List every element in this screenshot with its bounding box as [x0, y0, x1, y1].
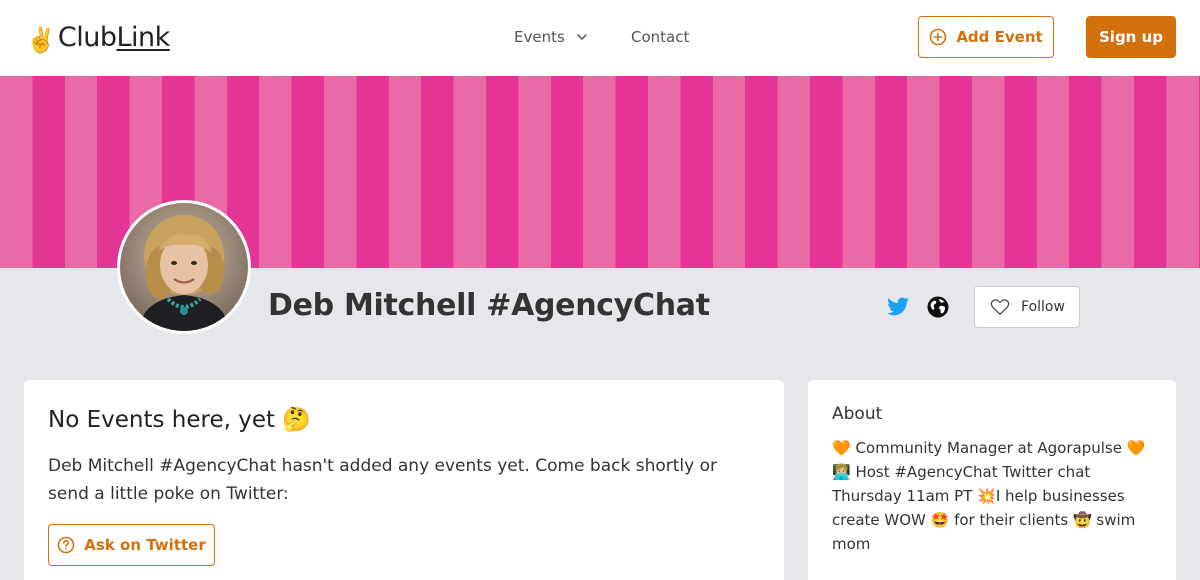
nav-events-dropdown[interactable]: Events [514, 26, 589, 48]
clublink-logo[interactable]: ✌️ Club Link [26, 22, 170, 54]
avatar [120, 203, 248, 331]
nav-events-label: Events [514, 28, 565, 46]
about-title: About [832, 404, 883, 424]
profile-name: Deb Mitchell #AgencyChat [268, 288, 710, 323]
victory-hand-emoji: ✌️ [26, 26, 56, 54]
globe-icon[interactable] [926, 295, 950, 319]
nav-contact-link[interactable]: Contact [631, 26, 689, 48]
about-text: 🧡 Community Manager at Agorapulse 🧡 👩🏼‍💻… [832, 439, 1146, 553]
sign-up-button[interactable]: Sign up [1086, 16, 1176, 58]
chevron-down-icon [576, 34, 587, 40]
follow-button[interactable]: Follow [974, 286, 1080, 328]
about-card: About 🧡 Community Manager at Agorapulse … [808, 380, 1176, 580]
logo-text-link: Link [116, 22, 171, 53]
twitter-icon[interactable] [886, 295, 910, 319]
avatar-frame [117, 200, 251, 334]
top-header: ✌️ Club Link Events Contact Add Event Sig… [0, 0, 1200, 76]
add-event-button[interactable]: Add Event [918, 16, 1054, 58]
follow-label: Follow [1021, 299, 1065, 315]
events-empty-message: Deb Mitchell #AgencyChat hasn't added an… [48, 456, 717, 504]
events-empty-title: No Events here, yet 🤔 [48, 407, 311, 433]
plus-circle-icon [930, 28, 947, 46]
logo-text-club: Club [57, 22, 117, 53]
ask-on-twitter-label: Ask on Twitter [84, 536, 206, 554]
sign-up-label: Sign up [1099, 28, 1163, 46]
events-card: No Events here, yet 🤔 Deb Mitchell #Agen… [24, 380, 784, 580]
nav-contact-label: Contact [631, 28, 690, 46]
ask-on-twitter-button[interactable]: Ask on Twitter [48, 524, 215, 566]
heart-icon [990, 299, 1010, 316]
question-circle-icon [57, 536, 75, 554]
add-event-label: Add Event [956, 28, 1043, 46]
